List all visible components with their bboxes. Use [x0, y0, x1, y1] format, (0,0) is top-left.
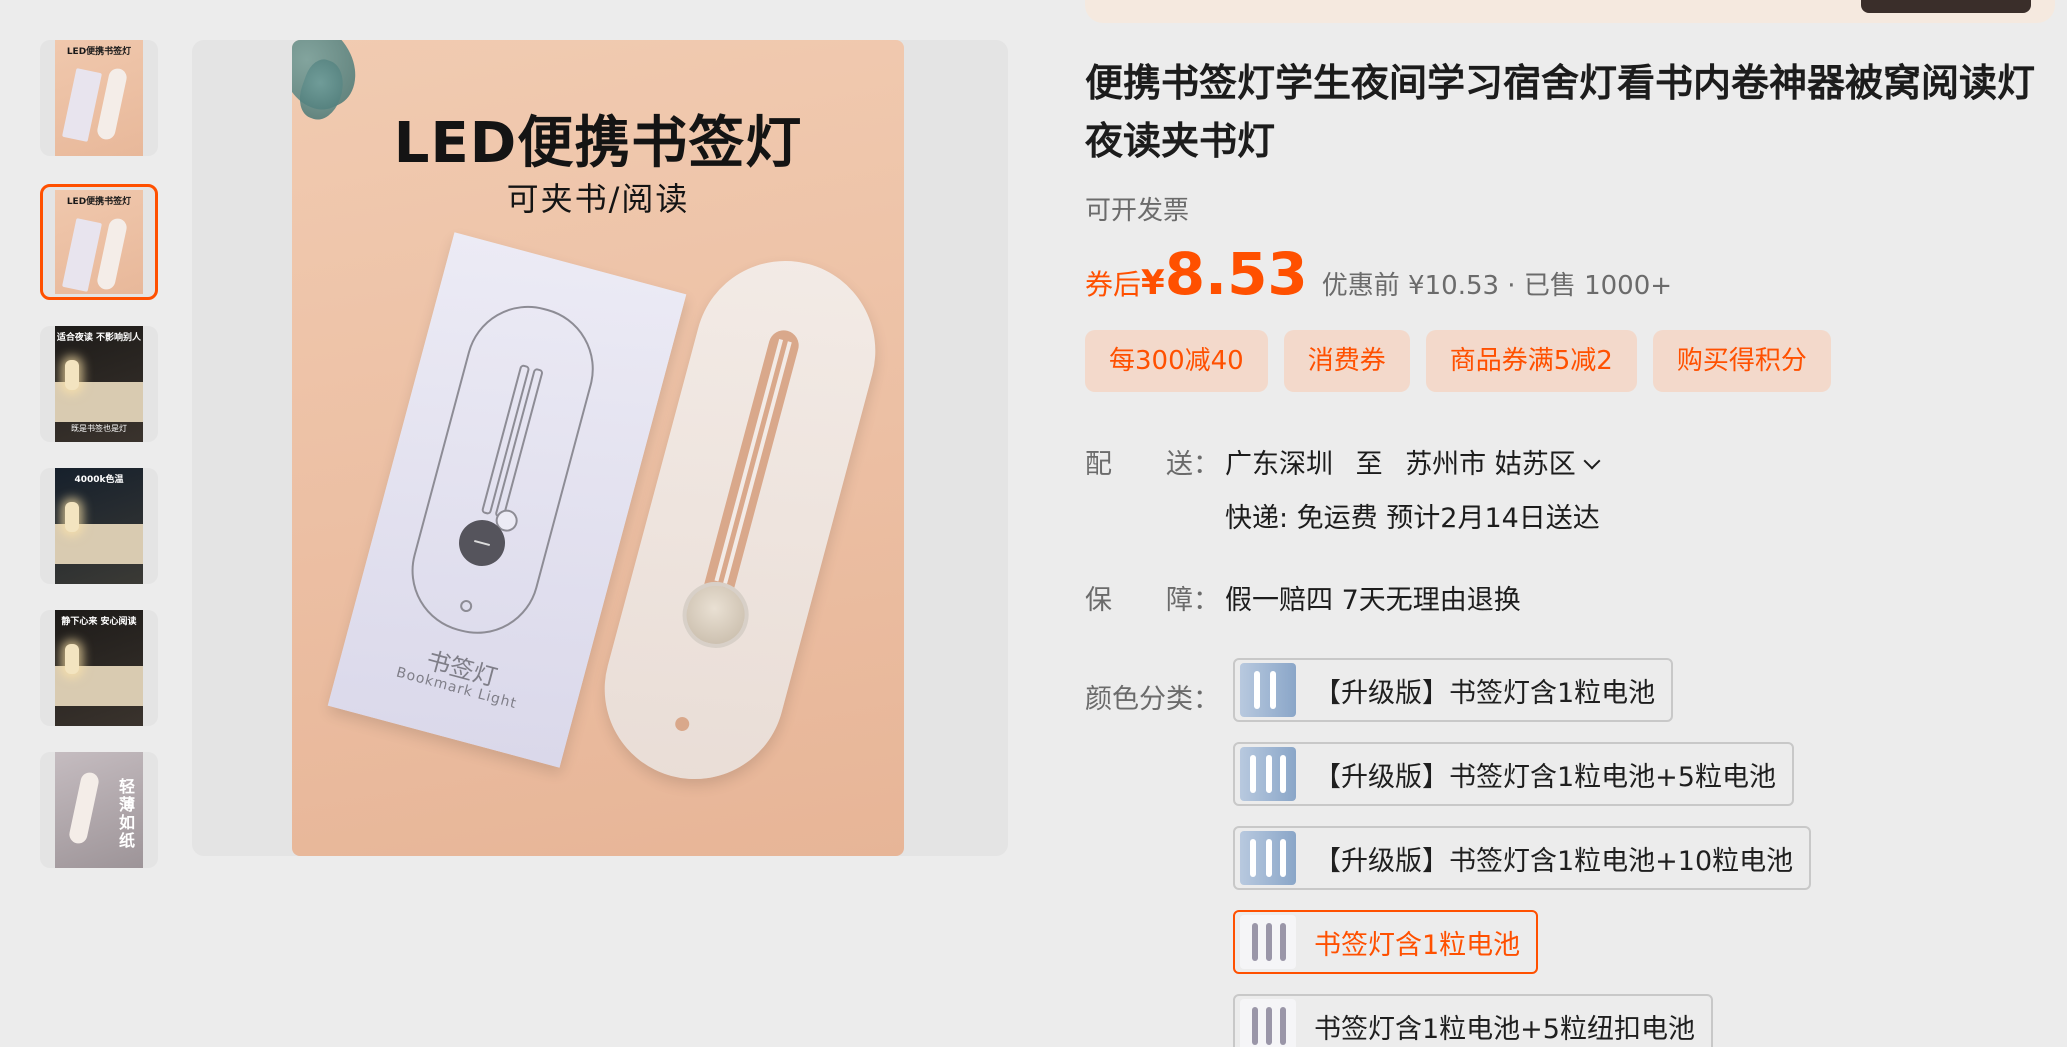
thumbnail-6[interactable]: 轻薄如纸	[40, 752, 158, 868]
product-title: 便携书签灯学生夜间学习宿舍灯看书内卷神器被窝阅读灯夜读夹书灯	[1085, 61, 2036, 163]
thumbnail-5[interactable]: 静下心来 安心阅读	[40, 610, 158, 726]
thumbnail-image: LED便携书签灯	[55, 40, 143, 156]
mini-lamp	[65, 644, 79, 674]
thumbnail-image: 适合夜读 不影响别人 既是书签也是灯	[55, 326, 143, 442]
image-subline: 可夹书/阅读	[506, 180, 690, 218]
mini-card	[62, 68, 102, 142]
lamp-button	[675, 574, 757, 656]
option-label: 书签灯含1粒电池	[1314, 929, 1521, 961]
mini-light	[67, 770, 101, 846]
promotion-tag[interactable]: 商品券满5减2	[1425, 330, 1637, 392]
top-banner	[1085, 0, 2055, 23]
lamp-hole	[673, 715, 691, 733]
option-label: 书签灯含1粒电池+5粒纽扣电池	[1314, 1013, 1695, 1045]
option-label: 【升级版】书签灯含1粒电池+5粒电池	[1314, 761, 1776, 793]
price-row: 券后¥8.53 优惠前 ¥10.53 · 已售 1000+	[1085, 240, 1672, 310]
product-page: LED便携书签灯 LED便携书签灯 适合夜读 不影响别人 既是书签也是灯 400…	[0, 0, 2067, 1047]
thumbnail-image: 轻薄如纸	[55, 752, 143, 868]
price-meta: 优惠前 ¥10.53 · 已售 1000+	[1321, 271, 1673, 301]
option-thumbnail	[1240, 831, 1296, 885]
thumbnail-image: 静下心来 安心阅读	[55, 610, 143, 726]
thumbnail-image: 4000k色温	[55, 468, 143, 584]
chevron-down-icon	[1583, 452, 1601, 470]
image-headline: LED便携书签灯	[393, 111, 803, 176]
option-thumbnail	[1240, 999, 1296, 1047]
promotion-tag[interactable]: 购买得积分	[1652, 330, 1831, 392]
mini-card	[62, 218, 102, 292]
guarantee-value: 假一赔四 7天无理由退换	[1225, 585, 1521, 616]
main-image-frame[interactable]: LED便携书签灯 可夹书/阅读 书签灯 Bookmark Light	[192, 40, 1008, 856]
thumbnail-title: 静下心来 安心阅读	[61, 617, 137, 627]
thumbnail-3[interactable]: 适合夜读 不影响别人 既是书签也是灯	[40, 326, 158, 442]
thumbnail-title: 适合夜读 不影响别人	[56, 333, 142, 343]
delivery-to-word: 至	[1355, 449, 1383, 480]
color-option[interactable]: 【升级版】书签灯含1粒电池+10粒电池	[1233, 826, 1812, 890]
option-thumbnail	[1240, 663, 1296, 717]
option-thumbnail	[1240, 747, 1296, 801]
color-option-selected[interactable]: 书签灯含1粒电池	[1233, 910, 1539, 974]
delivery-destination-select[interactable]: 苏州市 姑苏区	[1405, 449, 1601, 480]
color-option[interactable]: 【升级版】书签灯含1粒电池	[1233, 658, 1674, 722]
thumbnail-2[interactable]: LED便携书签灯	[40, 184, 158, 300]
color-option[interactable]: 【升级版】书签灯含1粒电池+5粒电池	[1233, 742, 1794, 806]
thumbnail-title: LED便携书签灯	[66, 47, 132, 57]
option-label: 【升级版】书签灯含1粒电池	[1314, 677, 1656, 709]
currency-symbol: ¥	[1141, 263, 1165, 303]
lamp-slot	[700, 326, 803, 606]
option-thumbnail	[1240, 915, 1296, 969]
shipping-info: 快递: 免运费 预计2月14日送达	[1225, 503, 1600, 534]
promotion-tag[interactable]: 消费券	[1283, 330, 1410, 392]
delivery-route: 广东深圳 至 苏州市 姑苏区	[1225, 442, 1601, 481]
mini-lamp	[65, 360, 79, 390]
price-value: 8.53	[1164, 240, 1308, 308]
thumbnail-side-text: 轻薄如纸	[116, 778, 135, 850]
price-prefix: 券后	[1085, 268, 1142, 301]
delivery-to: 苏州市 姑苏区	[1405, 449, 1576, 480]
thumbnail-4[interactable]: 4000k色温	[40, 468, 158, 584]
guarantee-label: 保 障：	[1085, 585, 1220, 616]
mini-lamp	[65, 502, 79, 532]
main-product-image: LED便携书签灯 可夹书/阅读 书签灯 Bookmark Light	[292, 40, 904, 856]
banner-button[interactable]	[1861, 0, 2031, 13]
delivery-from: 广东深圳	[1225, 449, 1333, 480]
color-option[interactable]: 书签灯含1粒电池+5粒纽扣电池	[1233, 994, 1713, 1047]
delivery-label: 配 送：	[1085, 449, 1220, 480]
color-label: 颜色分类：	[1085, 684, 1220, 715]
thumbnail-title: 4000k色温	[74, 475, 124, 485]
thumbnail-title: LED便携书签灯	[66, 197, 132, 207]
promotion-list: 每300减40 消费券 商品券满5减2 购买得积分	[1085, 330, 1831, 392]
thumbnail-image: LED便携书签灯	[55, 190, 143, 294]
invoice-note: 可开发票	[1085, 196, 1190, 226]
option-label: 【升级版】书签灯含1粒电池+10粒电池	[1314, 845, 1794, 877]
promotion-tag[interactable]: 每300减40	[1085, 330, 1268, 392]
thumbnail-caption: 既是书签也是灯	[71, 424, 127, 433]
thumbnail-1[interactable]: LED便携书签灯	[40, 40, 158, 156]
